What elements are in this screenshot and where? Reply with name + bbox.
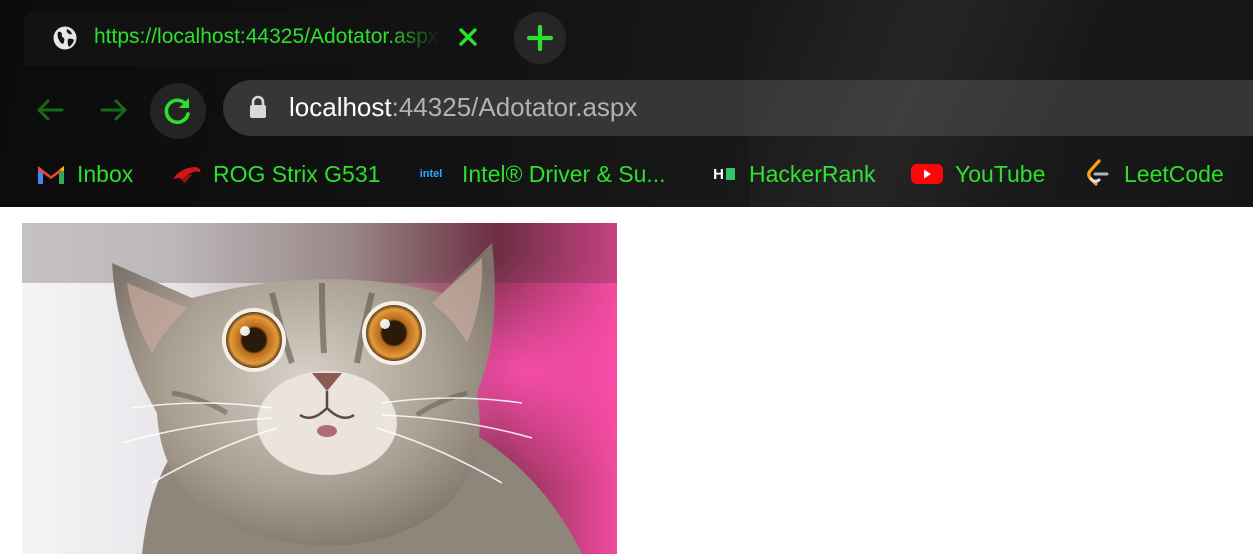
youtube-icon xyxy=(910,159,944,189)
back-arrow-icon[interactable] xyxy=(28,88,72,132)
bookmark-inbox[interactable]: Inbox xyxy=(36,150,133,198)
browser-tab[interactable]: https://localhost:44325/Adotator.aspx xyxy=(24,12,492,66)
address-bar[interactable]: localhost:44325/Adotator.aspx xyxy=(223,80,1253,136)
hackerrank-icon-text: H xyxy=(713,165,724,183)
bookmark-label: HackerRank xyxy=(749,160,876,187)
url-path: :44325/Adotator.aspx xyxy=(391,92,638,122)
forward-arrow-icon[interactable] xyxy=(92,88,136,132)
rog-icon xyxy=(172,159,202,189)
bookmark-label: YouTube xyxy=(955,160,1046,187)
globe-icon xyxy=(53,26,77,50)
browser-chrome: https://localhost:44325/Adotator.aspx lo… xyxy=(0,0,1253,207)
bookmark-label: LeetCode xyxy=(1124,160,1224,187)
bookmark-youtube[interactable]: YouTube xyxy=(910,150,1045,198)
tab-title: https://localhost:44325/Adotator.aspx xyxy=(94,25,439,48)
reload-button[interactable] xyxy=(150,83,206,139)
toolbar: localhost:44325/Adotator.aspx xyxy=(0,80,1253,140)
bookmark-intel-driver[interactable]: intel Intel® Driver & Su... xyxy=(414,150,666,198)
address-url: localhost:44325/Adotator.aspx xyxy=(289,92,637,123)
hackerrank-icon: H xyxy=(710,159,738,189)
bookmarks-bar: Inbox ROG Strix G531 intel Intel® Driver… xyxy=(0,150,1253,198)
bookmark-label: Inbox xyxy=(77,160,134,187)
reload-icon xyxy=(164,98,190,124)
gmail-icon xyxy=(36,159,66,189)
bookmark-rog-strix[interactable]: ROG Strix G531 xyxy=(172,150,380,198)
bookmark-label: ROG Strix G531 xyxy=(213,160,381,187)
intel-icon-text: intel xyxy=(419,168,443,180)
ad-rotator-image[interactable] xyxy=(22,223,617,554)
bookmark-hackerrank[interactable]: H HackerRank xyxy=(710,150,876,198)
url-host: localhost xyxy=(289,92,392,122)
bookmark-label: Intel® Driver & Su... xyxy=(462,160,666,187)
leetcode-icon xyxy=(1083,159,1111,189)
bookmark-leetcode[interactable]: LeetCode xyxy=(1083,150,1224,198)
lock-icon[interactable] xyxy=(247,94,269,120)
intel-icon: intel xyxy=(414,159,448,189)
plus-icon xyxy=(526,24,554,52)
close-icon[interactable] xyxy=(454,23,482,51)
cat-photo xyxy=(22,223,617,554)
new-tab-button[interactable] xyxy=(514,12,566,64)
